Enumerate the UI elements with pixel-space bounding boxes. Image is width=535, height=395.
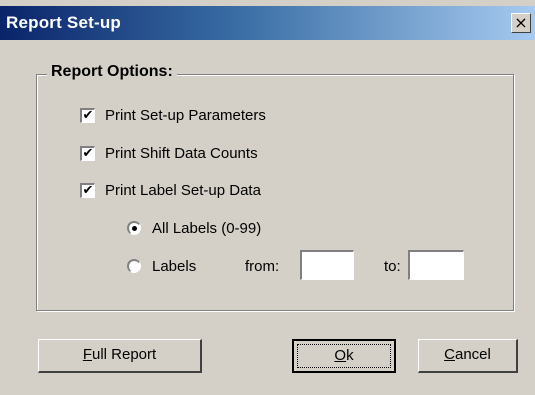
focus-rectangle <box>297 344 391 368</box>
label-print-setup-parameters: Print Set-up Parameters <box>105 107 266 124</box>
from-input[interactable] <box>300 250 354 280</box>
label-print-shift-data-counts: Print Shift Data Counts <box>105 145 258 162</box>
checkbox-print-setup-parameters[interactable]: ✔ <box>80 108 95 123</box>
report-setup-dialog: Report Set-up × Report Options: ✔ Print … <box>0 0 535 395</box>
check-icon: ✔ <box>82 183 94 198</box>
ok-button[interactable]: Ok <box>292 339 396 373</box>
checkbox-print-shift-data-counts[interactable]: ✔ <box>80 146 95 161</box>
dialog-title: Report Set-up <box>6 13 121 32</box>
label-print-label-setup-data: Print Label Set-up Data <box>105 182 261 199</box>
to-input[interactable] <box>408 250 464 280</box>
full-report-label: ull Report <box>91 346 157 363</box>
checkbox-print-label-setup-data[interactable]: ✔ <box>80 183 95 198</box>
report-options-legend: Report Options: <box>47 63 177 81</box>
check-icon: ✔ <box>82 108 94 123</box>
label-from: from: <box>245 258 280 275</box>
radio-labels-range[interactable] <box>127 259 141 273</box>
full-report-mnemonic: F <box>82 346 92 363</box>
cancel-button[interactable]: Cancel <box>418 339 518 373</box>
title-bar[interactable]: Report Set-up × <box>0 6 535 40</box>
cancel-label: ancel <box>454 346 491 363</box>
radio-all-labels[interactable] <box>127 221 141 235</box>
radio-selected-dot <box>132 226 137 231</box>
close-icon: × <box>514 13 528 32</box>
check-icon: ✔ <box>82 146 94 161</box>
label-all-labels: All Labels (0-99) <box>152 220 262 237</box>
cancel-mnemonic: C <box>444 346 455 363</box>
full-report-button[interactable]: Full Report <box>38 339 202 373</box>
label-labels: Labels <box>152 258 197 275</box>
label-to: to: <box>384 258 401 275</box>
close-button[interactable]: × <box>511 13 531 33</box>
